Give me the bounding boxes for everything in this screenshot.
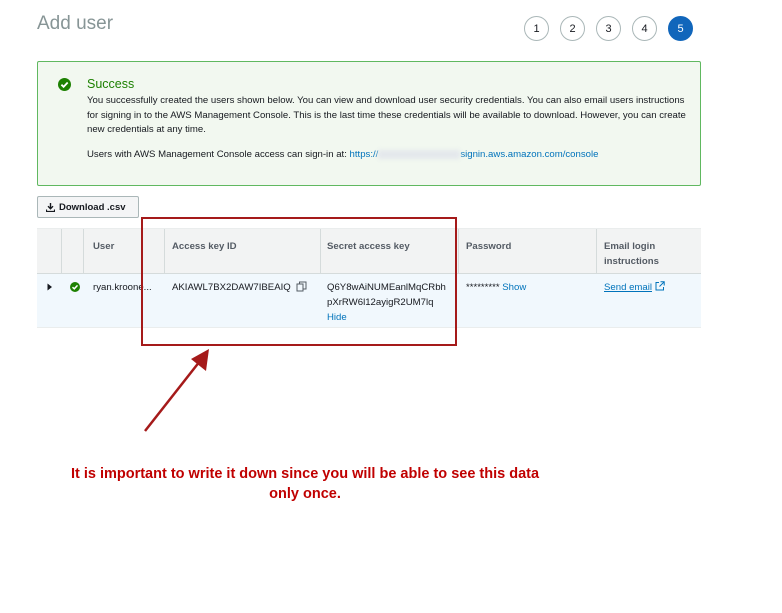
annotation-line2: only once.: [269, 485, 341, 502]
annotation-line1: It is important to write it down since y…: [70, 466, 540, 482]
annotation-note: It is important to write it down since y…: [40, 465, 570, 504]
annotation-arrow: [144, 349, 209, 432]
